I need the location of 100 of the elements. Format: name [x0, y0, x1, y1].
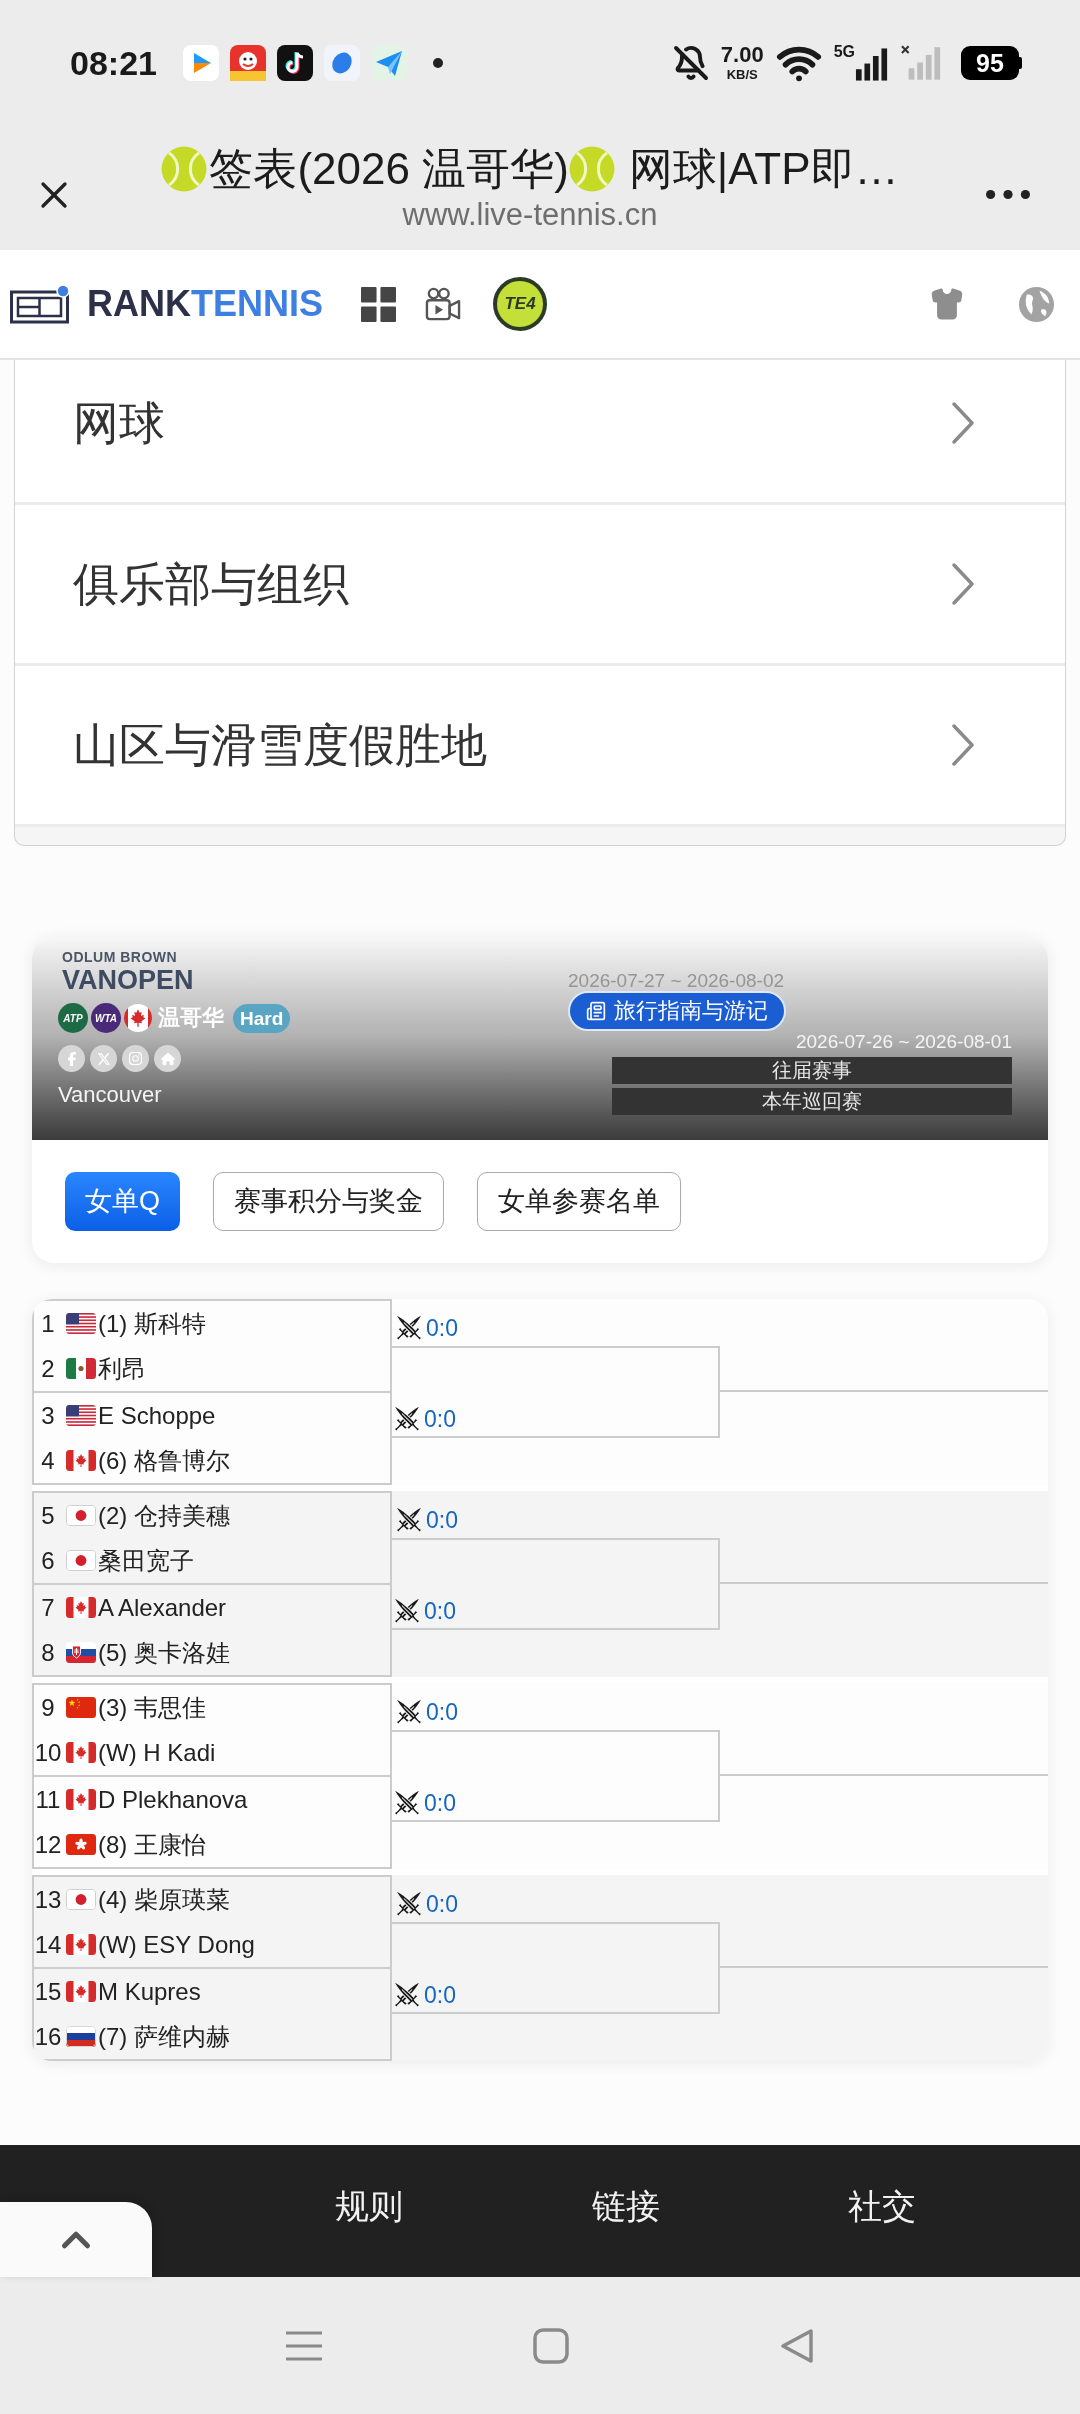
- scroll-top-button[interactable]: [0, 2202, 152, 2277]
- globe-icon[interactable]: [1018, 285, 1055, 323]
- menu-item[interactable]: 俱乐部与组织: [15, 505, 1065, 666]
- american-flag-icon: [66, 1313, 96, 1334]
- draw-position: 12: [34, 1832, 62, 1857]
- canadian-flag-icon: [124, 1004, 152, 1032]
- clock-time: 08:21: [70, 45, 157, 80]
- draw-position: 16: [34, 2024, 62, 2049]
- player-name[interactable]: M Kupres: [98, 1979, 201, 2004]
- tour-logo: ATP: [58, 1003, 88, 1033]
- travel-guide-button[interactable]: 旅行指南与游记: [568, 991, 786, 1031]
- crossed-swords-icon: [394, 1406, 420, 1432]
- event-dates: 2026-07-27 ~ 2026-08-02: [568, 970, 786, 991]
- footer-heading: 社交: [848, 2186, 917, 2227]
- draw-position: 4: [40, 1448, 56, 1473]
- back-icon[interactable]: [780, 2327, 814, 2364]
- draw-position: 8: [40, 1640, 56, 1665]
- chevron-right-icon: [951, 401, 975, 445]
- speed-unit: KB/S: [726, 68, 758, 81]
- player-name[interactable]: (6) 格鲁博尔: [98, 1448, 230, 1473]
- draw-position: 13: [34, 1887, 62, 1912]
- x-logo-icon[interactable]: [90, 1045, 117, 1072]
- square-icon[interactable]: [533, 2327, 569, 2364]
- player-name[interactable]: A Alexander: [98, 1595, 227, 1620]
- shirt-icon[interactable]: [930, 287, 964, 321]
- crossed-swords-icon: [396, 1507, 422, 1533]
- score-link[interactable]: 0:0: [396, 1507, 458, 1533]
- player-name[interactable]: (7) 萨维内赫: [98, 2024, 230, 2049]
- score-link[interactable]: 0:0: [396, 1315, 458, 1341]
- player-name[interactable]: (5) 奥卡洛娃: [98, 1640, 230, 1665]
- player-name[interactable]: (W) ESY Dong: [98, 1932, 255, 1957]
- tour-logo: WTA: [91, 1003, 121, 1033]
- menu-icon[interactable]: [286, 2330, 322, 2361]
- japanese-flag-icon: [66, 1550, 96, 1571]
- canadian-flag-icon: [66, 1789, 96, 1810]
- facebook-icon[interactable]: [58, 1045, 85, 1072]
- play-app-icon: [182, 44, 219, 81]
- draw-position: 6: [40, 1548, 56, 1573]
- draw-tab[interactable]: 女单Q: [65, 1172, 180, 1231]
- network-speed: 7.00: [720, 44, 764, 66]
- video-camera-icon[interactable]: [425, 287, 461, 321]
- score-link[interactable]: 0:0: [394, 1598, 456, 1624]
- player-name[interactable]: (1) 斯科特: [98, 1311, 206, 1336]
- crossed-swords-icon: [394, 1790, 420, 1816]
- page-title: 网球|ATP即…: [628, 143, 899, 194]
- draw-tab[interactable]: 女单参赛名单: [477, 1172, 681, 1231]
- draw-position: 2: [40, 1356, 56, 1381]
- menu-item[interactable]: 山区与滑雪度假胜地: [15, 666, 1065, 827]
- instagram-icon[interactable]: [122, 1045, 149, 1072]
- draw-position: 1: [40, 1311, 56, 1336]
- footer-heading: 链接: [592, 2186, 661, 2227]
- score-link[interactable]: 0:0: [396, 1891, 458, 1917]
- player-name[interactable]: 桑田宽子: [98, 1548, 194, 1573]
- event-dates: 2026-07-26 ~ 2026-08-01: [795, 1031, 1012, 1052]
- menu-item[interactable]: 网球: [15, 360, 1065, 505]
- american-flag-icon: [66, 1405, 96, 1426]
- canadian-flag-icon: [66, 1981, 96, 2002]
- brand-wordmark[interactable]: RANKTENNIS: [87, 286, 323, 322]
- muted-bell-icon: [672, 44, 709, 81]
- draw-position: 5: [40, 1503, 56, 1528]
- banner-link-button[interactable]: 往届赛事: [612, 1057, 1012, 1084]
- crossed-swords-icon: [394, 1598, 420, 1624]
- player-name[interactable]: (3) 韦思佳: [98, 1695, 206, 1720]
- player-name[interactable]: (W) H Kadi: [98, 1740, 216, 1765]
- score-link[interactable]: 0:0: [394, 1406, 456, 1432]
- paper-plane-app-icon: [370, 44, 407, 81]
- slovak-flag-icon: [66, 1642, 96, 1663]
- banner-link-button[interactable]: 本年巡回赛: [612, 1088, 1012, 1115]
- circle-logo-button[interactable]: TE4: [493, 277, 547, 331]
- score-link[interactable]: 0:0: [396, 1699, 458, 1725]
- draw-position: 15: [34, 1979, 62, 2004]
- player-name[interactable]: (8) 王康怡: [98, 1832, 206, 1857]
- player-name[interactable]: 利昂: [98, 1356, 146, 1381]
- home-icon[interactable]: [154, 1045, 181, 1072]
- city-name: 温哥华: [158, 1004, 224, 1032]
- crossed-swords-icon: [396, 1315, 422, 1341]
- player-name[interactable]: (4) 柴原瑛菜: [98, 1887, 230, 1912]
- score-link[interactable]: 0:0: [394, 1790, 456, 1816]
- japanese-flag-icon: [66, 1889, 96, 1910]
- chinese-flag-icon: [66, 1697, 96, 1718]
- more-options-icon[interactable]: [984, 189, 1032, 200]
- page-title: 签表(2026 温哥华): [209, 143, 569, 194]
- grid-icon[interactable]: [361, 286, 396, 322]
- page-url: www.live-tennis.cn: [402, 197, 658, 232]
- player-name[interactable]: (2) 仓持美穗: [98, 1503, 230, 1528]
- player-name[interactable]: D Plekhanova: [98, 1787, 248, 1812]
- cartoon-app-icon: [229, 44, 266, 81]
- crossed-swords-icon: [396, 1891, 422, 1917]
- canadian-flag-icon: [66, 1934, 96, 1955]
- japanese-flag-icon: [66, 1505, 96, 1526]
- signal-bars-icon: [855, 48, 889, 81]
- player-name[interactable]: E Schoppe: [98, 1403, 216, 1428]
- orb-app-icon: [323, 44, 360, 81]
- draw-tab[interactable]: 赛事积分与奖金: [213, 1172, 444, 1231]
- draw-position: 3: [40, 1403, 56, 1428]
- crossed-swords-icon: [394, 1982, 420, 2008]
- chevron-right-icon: [951, 723, 975, 767]
- court-logo-icon[interactable]: [10, 284, 71, 324]
- event-logo-wordmark: VANOPEN: [61, 965, 195, 995]
- score-link[interactable]: 0:0: [394, 1982, 456, 2008]
